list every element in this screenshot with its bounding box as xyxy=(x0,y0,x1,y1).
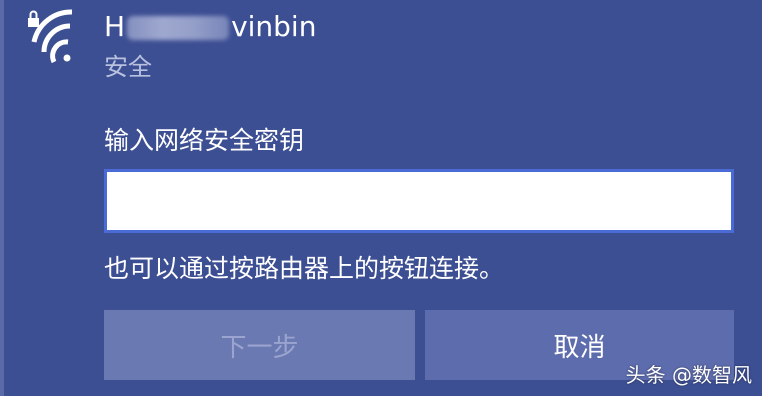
security-status: 安全 xyxy=(104,53,152,81)
watermark: 头条 @数智风 xyxy=(625,363,752,387)
wifi-connect-panel: Hvinbin 安全 输入网络安全密钥 也可以通过按路由器上的按钮连接。 下一步… xyxy=(0,0,762,396)
next-button[interactable]: 下一步 xyxy=(104,310,415,380)
router-button-hint: 也可以通过按路由器上的按钮连接。 xyxy=(104,254,505,283)
network-key-input[interactable] xyxy=(104,169,734,233)
redacted-blur xyxy=(127,16,230,40)
network-name-prefix: H xyxy=(104,10,126,43)
key-label: 输入网络安全密钥 xyxy=(104,126,305,155)
wifi-secured-icon xyxy=(28,9,73,64)
network-name-suffix: vinbin xyxy=(231,10,317,43)
network-name: Hvinbin xyxy=(104,10,316,44)
panel-edge xyxy=(0,0,4,396)
